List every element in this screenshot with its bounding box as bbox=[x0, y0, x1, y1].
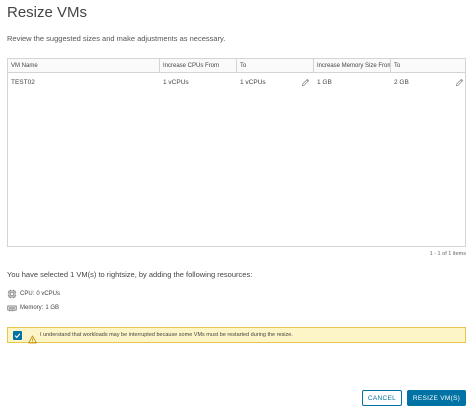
resize-table: VM Name Increase CPUs From To Increase M… bbox=[7, 58, 466, 247]
column-cpu-from[interactable]: Increase CPUs From bbox=[160, 59, 237, 73]
cell-vm-name: TEST02 bbox=[11, 79, 35, 86]
rightsize-summary: You have selected 1 VM(s) to rightsize, … bbox=[7, 270, 253, 279]
column-memory-to[interactable]: To bbox=[391, 59, 467, 73]
pagination-text: 1 - 1 of 1 items bbox=[429, 251, 466, 257]
memory-icon bbox=[7, 303, 17, 313]
dialog-subtitle: Review the suggested sizes and make adju… bbox=[7, 34, 226, 43]
cpu-resource-line: CPU: 0 vCPUs bbox=[7, 289, 60, 299]
memory-value: 1 GB bbox=[45, 305, 60, 311]
cancel-button[interactable]: CANCEL bbox=[362, 390, 402, 406]
table-header: VM Name Increase CPUs From To Increase M… bbox=[8, 59, 465, 73]
cell-cpu-from: 1 vCPUs bbox=[163, 79, 189, 86]
cpu-label: CPU: bbox=[20, 291, 35, 297]
cell-cpu-to: 1 vCPUs bbox=[240, 79, 266, 86]
column-vm-name[interactable]: VM Name bbox=[8, 59, 160, 73]
memory-label: Memory: bbox=[20, 305, 44, 311]
memory-resource-line: Memory: 1 GB bbox=[7, 303, 59, 313]
acknowledgement-text: I understand that workloads may be inter… bbox=[40, 332, 293, 338]
table-row: TEST02 1 vCPUs 1 vCPUs 1 GB 2 GB bbox=[8, 74, 465, 91]
cpu-icon bbox=[7, 289, 17, 299]
warning-icon bbox=[28, 331, 37, 343]
dialog-title: Resize VMs bbox=[7, 4, 88, 21]
edit-memory-pencil-icon[interactable] bbox=[455, 78, 464, 87]
resize-vms-button[interactable]: RESIZE VM(S) bbox=[407, 390, 466, 406]
acknowledgement-banner: I understand that workloads may be inter… bbox=[7, 327, 466, 343]
cpu-value: 0 vCPUs bbox=[36, 291, 61, 297]
checkmark-icon bbox=[14, 332, 21, 338]
edit-cpu-pencil-icon[interactable] bbox=[301, 78, 310, 87]
column-memory-from[interactable]: Increase Memory Size From bbox=[314, 59, 391, 73]
column-cpu-to[interactable]: To bbox=[237, 59, 314, 73]
resize-vms-dialog: Resize VMs Review the suggested sizes an… bbox=[0, 0, 474, 413]
acknowledge-checkbox[interactable] bbox=[13, 330, 22, 340]
cell-memory-to: 2 GB bbox=[394, 79, 409, 86]
cell-memory-from: 1 GB bbox=[317, 79, 332, 86]
